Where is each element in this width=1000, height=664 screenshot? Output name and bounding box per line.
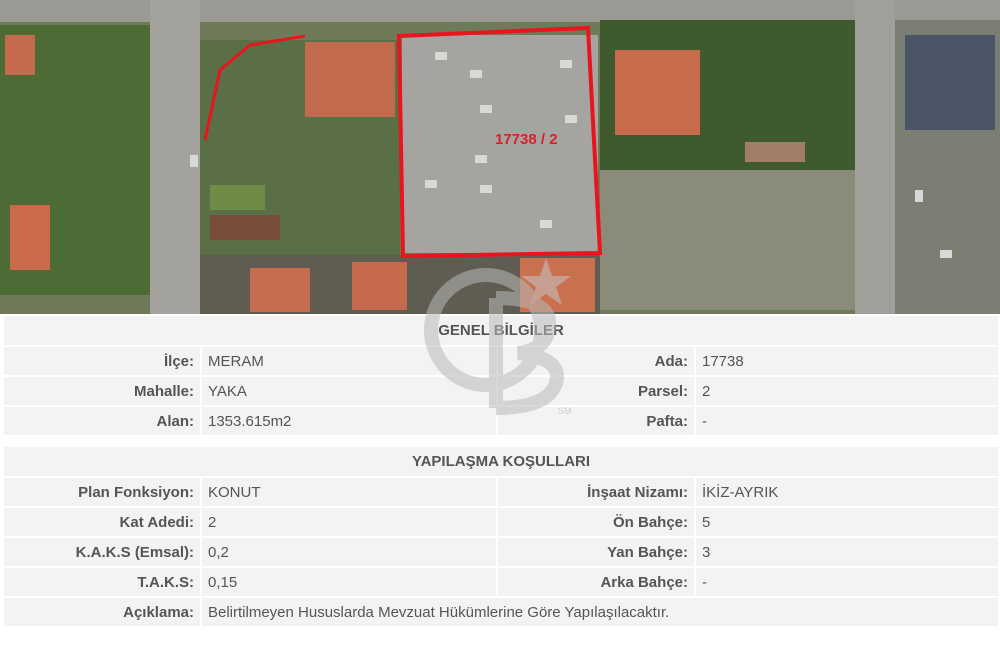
kat-adedi-value: 2 bbox=[202, 508, 496, 536]
genel-bilgiler-table: GENEL BİLGİLER İlçe: MERAM Ada: 17738 Ma… bbox=[2, 314, 1000, 437]
yapilasma-header: YAPILAŞMA KOŞULLARI bbox=[4, 447, 999, 476]
plan-fonksiyon-value: KONUT bbox=[202, 478, 496, 506]
ilce-value: MERAM bbox=[202, 347, 496, 375]
table-row: Plan Fonksiyon: KONUT İnşaat Nizamı: İKİ… bbox=[4, 478, 999, 506]
arka-bahce-value: - bbox=[696, 568, 999, 596]
ada-value: 17738 bbox=[696, 347, 999, 375]
table-row: Açıklama: Belirtilmeyen Hususlarda Mevzu… bbox=[4, 598, 999, 626]
table-row: Alan: 1353.615m2 Pafta: - bbox=[4, 407, 999, 435]
pafta-label: Pafta: bbox=[498, 407, 694, 435]
parsel-label: Parsel: bbox=[498, 377, 694, 405]
ilce-label: İlçe: bbox=[4, 347, 200, 375]
plan-fonksiyon-label: Plan Fonksiyon: bbox=[4, 478, 200, 506]
kaks-value: 0,2 bbox=[202, 538, 496, 566]
table-row: Kat Adedi: 2 Ön Bahçe: 5 bbox=[4, 508, 999, 536]
table-row: K.A.K.S (Emsal): 0,2 Yan Bahçe: 3 bbox=[4, 538, 999, 566]
parcel-label: 17738 / 2 bbox=[495, 131, 558, 148]
insaat-nizami-value: İKİZ-AYRIK bbox=[696, 478, 999, 506]
mahalle-value: YAKA bbox=[202, 377, 496, 405]
on-bahce-label: Ön Bahçe: bbox=[498, 508, 694, 536]
table-row: İlçe: MERAM Ada: 17738 bbox=[4, 347, 999, 375]
yan-bahce-label: Yan Bahçe: bbox=[498, 538, 694, 566]
kat-adedi-label: Kat Adedi: bbox=[4, 508, 200, 536]
aciklama-value: Belirtilmeyen Hususlarda Mevzuat Hükümle… bbox=[202, 598, 999, 626]
table-row: Mahalle: YAKA Parsel: 2 bbox=[4, 377, 999, 405]
pafta-value: - bbox=[696, 407, 999, 435]
alan-value: 1353.615m2 bbox=[202, 407, 496, 435]
mahalle-label: Mahalle: bbox=[4, 377, 200, 405]
yapilasma-table: YAPILAŞMA KOŞULLARI Plan Fonksiyon: KONU… bbox=[2, 445, 1000, 628]
insaat-nizami-label: İnşaat Nizamı: bbox=[498, 478, 694, 506]
on-bahce-value: 5 bbox=[696, 508, 999, 536]
yan-bahce-value: 3 bbox=[696, 538, 999, 566]
parsel-value: 2 bbox=[696, 377, 999, 405]
info-panel: GENEL BİLGİLER İlçe: MERAM Ada: 17738 Ma… bbox=[0, 314, 1000, 664]
alan-label: Alan: bbox=[4, 407, 200, 435]
satellite-map: 17738 / 2 bbox=[0, 0, 1000, 314]
kaks-label: K.A.K.S (Emsal): bbox=[4, 538, 200, 566]
ada-label: Ada: bbox=[498, 347, 694, 375]
taks-label: T.A.K.S: bbox=[4, 568, 200, 596]
aciklama-label: Açıklama: bbox=[4, 598, 200, 626]
genel-bilgiler-header: GENEL BİLGİLER bbox=[4, 316, 999, 345]
taks-value: 0,15 bbox=[202, 568, 496, 596]
arka-bahce-label: Arka Bahçe: bbox=[498, 568, 694, 596]
table-row: T.A.K.S: 0,15 Arka Bahçe: - bbox=[4, 568, 999, 596]
